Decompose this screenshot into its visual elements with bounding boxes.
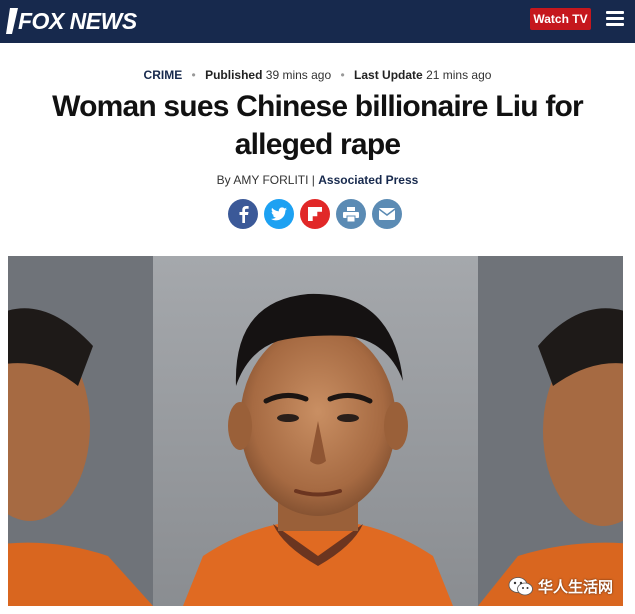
logo-slash-icon <box>6 8 18 34</box>
updated-label: Last Update <box>354 68 423 82</box>
watch-tv-button[interactable]: Watch TV <box>530 8 591 30</box>
meta-separator: • <box>340 68 345 82</box>
email-icon <box>379 208 395 220</box>
updated-time: 21 mins ago <box>426 68 492 82</box>
watermark-text: 华人生活网 <box>538 578 614 596</box>
top-navigation-bar: FOX NEWS Watch TV <box>0 0 635 43</box>
facebook-share-button[interactable] <box>228 199 258 229</box>
print-icon <box>343 206 359 222</box>
logo-text: FOX NEWS <box>18 7 137 34</box>
flipboard-share-button[interactable] <box>300 199 330 229</box>
meta-separator: • <box>191 68 196 82</box>
watermark: 华人生活网 <box>508 574 613 598</box>
byline-source-link[interactable]: Associated Press <box>318 173 418 187</box>
twitter-icon <box>271 207 287 221</box>
twitter-share-button[interactable] <box>264 199 294 229</box>
category-link[interactable]: CRIME <box>144 68 183 82</box>
mugshot-illustration <box>8 256 623 606</box>
published-label: Published <box>205 68 263 82</box>
mugshot-photo <box>8 256 623 606</box>
flipboard-icon <box>308 207 322 221</box>
facebook-icon <box>239 206 249 223</box>
hamburger-menu-icon[interactable] <box>606 11 624 27</box>
wechat-icon <box>508 577 533 596</box>
byline: By AMY FORLITI | Associated Press <box>0 173 635 187</box>
email-share-button[interactable] <box>372 199 402 229</box>
article-headline: Woman sues Chinese billionaire Liu for a… <box>52 90 584 161</box>
byline-author: By AMY FORLITI | <box>216 173 315 187</box>
print-share-button[interactable] <box>336 199 366 229</box>
fox-news-logo[interactable]: FOX NEWS <box>6 7 137 35</box>
article-meta: CRIME • Published 39 mins ago • Last Upd… <box>0 68 635 82</box>
published-time: 39 mins ago <box>265 68 332 82</box>
